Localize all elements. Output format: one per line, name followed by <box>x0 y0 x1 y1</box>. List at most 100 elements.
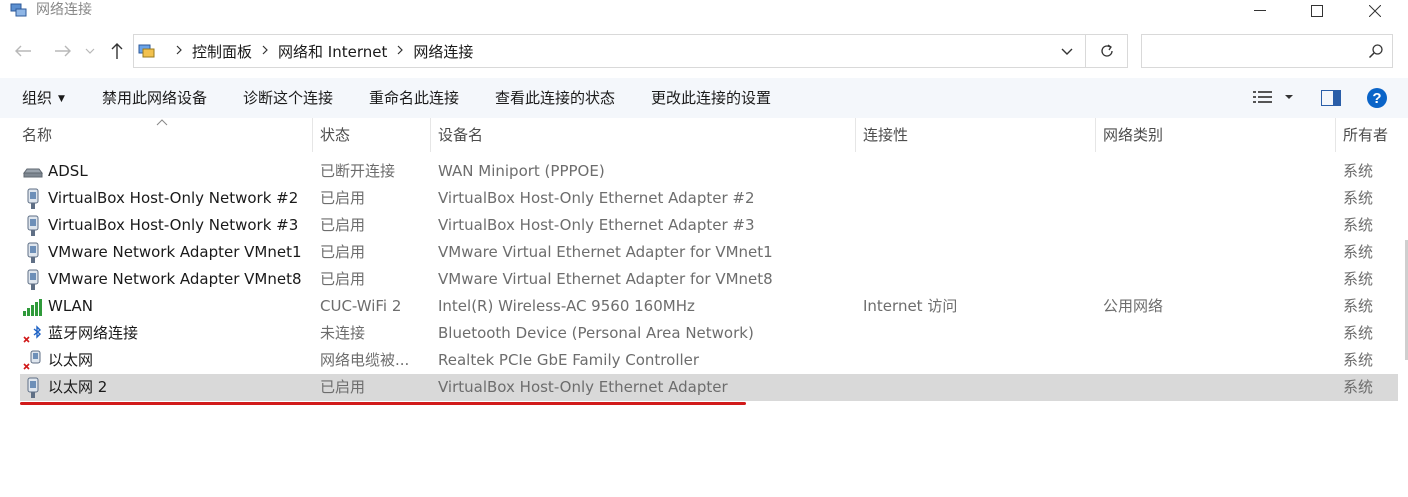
device-name: VMware Virtual Ethernet Adapter for VMne… <box>438 270 773 288</box>
list-item[interactable]: VMware Network Adapter VMnet1 已启用 VMware… <box>20 239 1398 266</box>
red-underline-annotation <box>20 402 746 405</box>
ethernet-adapter-icon <box>22 377 44 399</box>
column-header-status[interactable]: 状态 <box>320 118 350 152</box>
refresh-button[interactable] <box>1086 34 1128 68</box>
device-name: Intel(R) Wireless-AC 9560 160MHz <box>438 297 695 315</box>
organize-label: 组织 <box>22 89 53 107</box>
view-options-dropdown-icon[interactable] <box>1284 90 1294 106</box>
column-headers: 名称 状态 设备名 连接性 网络类别 所有者 <box>0 118 1408 152</box>
device-name: VMware Virtual Ethernet Adapter for VMne… <box>438 243 773 261</box>
column-header-category[interactable]: 网络类别 <box>1103 118 1163 152</box>
device-name: WAN Miniport (PPPOE) <box>438 162 605 180</box>
owner: 系统 <box>1343 270 1374 288</box>
address-dropdown-icon[interactable] <box>1061 43 1073 63</box>
chevron-right-icon[interactable] <box>262 44 268 58</box>
column-divider[interactable] <box>312 118 313 152</box>
connection-name: 蓝牙网络连接 <box>48 324 139 342</box>
maximize-button[interactable] <box>1294 0 1340 22</box>
connection-name: 以太网 2 <box>48 378 108 396</box>
forward-button[interactable] <box>52 40 74 62</box>
caret-down-icon: ▼ <box>58 93 65 104</box>
owner: 系统 <box>1343 378 1374 396</box>
list-item[interactable]: 以太网 网络电缆被... Realtek PCIe GbE Family Con… <box>20 347 1398 374</box>
back-button[interactable] <box>12 40 34 62</box>
list-item[interactable]: ADSL 已断开连接 WAN Miniport (PPPOE) 系统 <box>20 158 1398 185</box>
refresh-icon <box>1100 44 1113 57</box>
control-panel-icon <box>138 44 156 58</box>
preview-pane-icon[interactable] <box>1321 90 1341 106</box>
connection-status: 已启用 <box>320 378 366 396</box>
column-header-connectivity[interactable]: 连接性 <box>863 118 908 152</box>
connection-name: WLAN <box>48 297 94 315</box>
search-box[interactable] <box>1141 34 1393 68</box>
connection-status: 已断开连接 <box>320 162 396 180</box>
list-item[interactable]: VirtualBox Host-Only Network #3 已启用 Virt… <box>20 212 1398 239</box>
recent-locations-button[interactable] <box>82 40 98 62</box>
connection-name: VirtualBox Host-Only Network #2 <box>48 189 299 207</box>
owner: 系统 <box>1343 351 1374 369</box>
ethernet-adapter-icon <box>22 269 44 291</box>
chevron-right-icon[interactable] <box>176 44 182 58</box>
window-title: 网络连接 <box>36 2 92 18</box>
ethernet-adapter-icon <box>22 242 44 264</box>
address-bar[interactable]: 控制面板 网络和 Internet 网络连接 <box>133 34 1086 68</box>
address-row: 控制面板 网络和 Internet 网络连接 <box>0 32 1408 72</box>
connection-status: 已启用 <box>320 189 366 207</box>
command-bar: 组织 ▼ 禁用此网络设备 诊断这个连接 重命名此连接 查看此连接的状态 更改此连接… <box>0 78 1408 118</box>
owner: 系统 <box>1343 216 1374 234</box>
close-button[interactable] <box>1352 0 1398 22</box>
owner: 系统 <box>1343 297 1374 315</box>
chevron-right-icon[interactable] <box>397 44 404 58</box>
disable-device-button[interactable]: 禁用此网络设备 <box>102 78 207 118</box>
rename-button[interactable]: 重命名此连接 <box>369 78 459 118</box>
column-header-name[interactable]: 名称 <box>22 118 52 152</box>
view-details-icon[interactable] <box>1253 90 1273 106</box>
column-header-device[interactable]: 设备名 <box>438 118 483 152</box>
view-status-button[interactable]: 查看此连接的状态 <box>495 78 615 118</box>
list-item[interactable]: WLAN CUC-WiFi 2 Intel(R) Wireless-AC 956… <box>20 293 1398 320</box>
connection-status: 已启用 <box>320 270 366 288</box>
connection-name: VMware Network Adapter VMnet8 <box>48 270 302 288</box>
device-name: Realtek PCIe GbE Family Controller <box>438 351 700 369</box>
diagnose-button[interactable]: 诊断这个连接 <box>243 78 333 118</box>
change-settings-button[interactable]: 更改此连接的设置 <box>651 78 771 118</box>
title-bar: 网络连接 <box>0 0 1408 22</box>
column-header-owner[interactable]: 所有者 <box>1343 118 1388 152</box>
list-item[interactable]: VirtualBox Host-Only Network #2 已启用 Virt… <box>20 185 1398 212</box>
network-connections-icon <box>10 2 28 18</box>
device-name: Bluetooth Device (Personal Area Network) <box>438 324 754 342</box>
bluetooth-disconnected-icon <box>22 323 44 345</box>
column-divider[interactable] <box>1095 118 1096 152</box>
column-divider[interactable] <box>855 118 856 152</box>
owner: 系统 <box>1343 243 1374 261</box>
connection-status: 网络电缆被... <box>320 351 410 369</box>
search-input[interactable] <box>1148 41 1352 63</box>
search-icon[interactable] <box>1368 43 1384 63</box>
list-item[interactable]: VMware Network Adapter VMnet8 已启用 VMware… <box>20 266 1398 293</box>
device-name: VirtualBox Host-Only Ethernet Adapter #2 <box>438 189 755 207</box>
list-item-selected[interactable]: 以太网 2 已启用 VirtualBox Host-Only Ethernet … <box>20 374 1398 401</box>
owner: 系统 <box>1343 324 1374 342</box>
breadcrumb-control-panel[interactable]: 控制面板 <box>192 41 252 62</box>
connection-status: 已启用 <box>320 243 366 261</box>
ethernet-adapter-icon <box>22 188 44 210</box>
svg-text:?: ? <box>1372 90 1381 107</box>
up-button[interactable] <box>106 40 128 62</box>
connection-status: CUC-WiFi 2 <box>320 297 402 315</box>
ethernet-adapter-icon <box>22 215 44 237</box>
breadcrumb-network-connections[interactable]: 网络连接 <box>413 41 473 62</box>
connection-name: VMware Network Adapter VMnet1 <box>48 243 302 261</box>
network-category: 公用网络 <box>1103 297 1164 315</box>
column-divider[interactable] <box>430 118 431 152</box>
sort-ascending-icon <box>156 116 168 129</box>
owner: 系统 <box>1343 162 1374 180</box>
device-name: VirtualBox Host-Only Ethernet Adapter <box>438 378 728 396</box>
minimize-button[interactable] <box>1237 0 1283 22</box>
connectivity: Internet 访问 <box>863 297 958 315</box>
connection-status: 未连接 <box>320 324 366 342</box>
organize-menu[interactable]: 组织 ▼ <box>22 78 65 118</box>
help-icon[interactable]: ? <box>1366 87 1388 109</box>
list-item[interactable]: 蓝牙网络连接 未连接 Bluetooth Device (Personal Ar… <box>20 320 1398 347</box>
column-divider[interactable] <box>1335 118 1336 152</box>
breadcrumb-network-internet[interactable]: 网络和 Internet <box>278 41 387 62</box>
